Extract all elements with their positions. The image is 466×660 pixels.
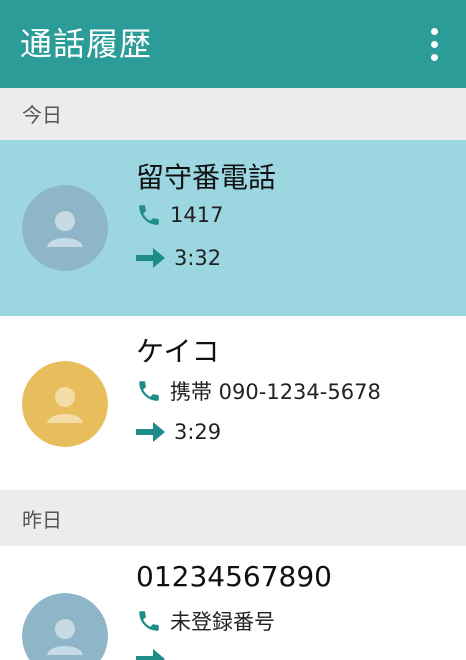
section-header-label: 昨日 xyxy=(22,508,62,532)
overflow-dot xyxy=(430,27,438,35)
phone-number: 1417 xyxy=(170,203,224,227)
contact-name: ケイコ xyxy=(136,335,220,368)
section-header-label: 今日 xyxy=(22,103,62,127)
number-status: 未登録番号 xyxy=(170,610,275,634)
phone-icon xyxy=(139,381,159,401)
phone-number-line: 未登録番号 xyxy=(136,606,275,636)
outgoing-call-arrow-icon xyxy=(136,649,165,660)
overflow-dot xyxy=(430,40,438,48)
page-title: 通話履歴 xyxy=(20,25,153,63)
person-icon xyxy=(22,361,108,447)
phone-number-line: 携帯 090-1234-5678 xyxy=(136,376,381,406)
call-duration: 3:32 xyxy=(174,246,222,270)
phone-number-line: 1417 xyxy=(136,202,223,228)
outgoing-call-arrow-icon xyxy=(136,248,165,268)
phone-number: 携帯 090-1234-5678 xyxy=(170,380,381,404)
call-detail-line: 3:29 xyxy=(136,420,221,444)
avatar xyxy=(22,185,108,271)
contact-name: 01234567890 xyxy=(136,560,332,593)
more-vert-icon[interactable] xyxy=(416,22,452,66)
app-bar: 通話履歴 xyxy=(0,0,466,88)
contact-name: 留守番電話 xyxy=(136,161,277,194)
outgoing-call-arrow-icon xyxy=(136,422,165,442)
call-duration: 3:29 xyxy=(174,420,222,444)
person-icon xyxy=(22,185,108,271)
call-detail-line: 3:32 xyxy=(136,246,221,270)
avatar xyxy=(22,361,108,447)
avatar xyxy=(22,593,108,660)
phone-icon xyxy=(139,611,159,631)
overflow-dot xyxy=(430,53,438,61)
call-detail-line xyxy=(136,648,174,660)
phone-icon xyxy=(139,205,159,225)
person-icon xyxy=(22,593,108,660)
call-log-row[interactable]: 01234567890 未登録番号 xyxy=(0,546,466,660)
call-log-row[interactable]: ケイコ 携帯 090-1234-5678 3:29 xyxy=(0,316,466,490)
call-log-row[interactable]: 留守番電話 1417 3:32 xyxy=(0,140,466,316)
section-header-yesterday: 昨日 xyxy=(0,490,466,546)
section-header-today: 今日 xyxy=(0,88,466,140)
